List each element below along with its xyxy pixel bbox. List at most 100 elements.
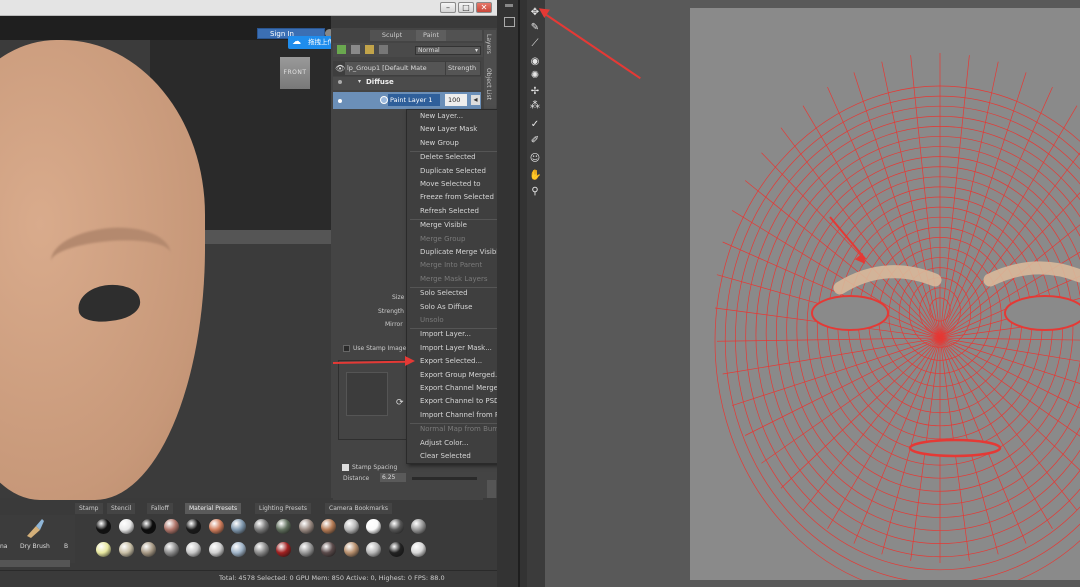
tab-lighting-presets[interactable]: Lighting Presets <box>255 503 311 514</box>
dry-brush-icon[interactable] <box>24 517 46 539</box>
visibility-dot-icon[interactable] <box>338 80 342 84</box>
layer-options-icon[interactable] <box>351 45 360 54</box>
stamp-preview[interactable] <box>346 372 388 416</box>
grid-tool-icon[interactable]: ⁂ <box>529 100 541 112</box>
material-preset-ball[interactable] <box>141 519 156 534</box>
dodge-tool-icon[interactable]: ◉ <box>529 56 541 68</box>
material-preset-ball[interactable] <box>298 519 314 534</box>
blend-mode-select[interactable]: Normal ▾ <box>415 46 481 55</box>
material-preset-ball[interactable] <box>231 542 246 557</box>
material-preset-ball[interactable] <box>276 519 291 534</box>
brush-tool-icon[interactable]: ✎ <box>529 22 541 34</box>
opacity-slider-icon[interactable]: ◂ <box>471 95 480 105</box>
tab-stencil[interactable]: Stencil <box>107 503 136 514</box>
material-preset-ball[interactable] <box>253 542 269 557</box>
menu-item[interactable]: Freeze from Selected <box>420 191 494 204</box>
new-layer-icon[interactable] <box>337 45 346 54</box>
distance-slider[interactable] <box>412 477 477 480</box>
menu-item[interactable]: Clear Selected <box>420 450 471 463</box>
menu-item[interactable]: Solo As Diffuse <box>420 301 472 314</box>
side-tab-object-list[interactable]: Object List <box>485 68 492 100</box>
menu-item[interactable]: Delete Selected <box>420 151 476 164</box>
transform-tool-icon[interactable]: ✢ <box>529 86 541 98</box>
eyedropper-tool-icon[interactable]: ✐ <box>529 135 541 147</box>
menu-item[interactable]: Export Channel Merged... <box>420 382 509 395</box>
side-tab-layers[interactable]: Layers <box>485 34 492 54</box>
crosshair-tool-icon[interactable]: ✺ <box>529 70 541 82</box>
menu-item[interactable]: Import Layer Mask... <box>420 342 492 355</box>
puppet-tool-icon[interactable]: ☺ <box>529 153 541 165</box>
tab-stamp[interactable]: Stamp <box>75 503 103 514</box>
menu-item[interactable]: Refresh Selected <box>420 205 479 218</box>
channel-row[interactable] <box>333 77 481 90</box>
minimize-button[interactable]: – <box>440 2 456 13</box>
material-preset-ball[interactable] <box>298 542 314 557</box>
paint-layer-name[interactable]: Paint Layer 1 <box>388 94 440 106</box>
material-preset-ball[interactable] <box>321 542 336 557</box>
material-preset-ball[interactable] <box>321 519 336 534</box>
pen-tool-icon[interactable]: ✓ <box>529 119 541 131</box>
menu-item[interactable]: Export Selected... <box>420 355 482 368</box>
brush2-tool-icon[interactable]: ⟋ <box>529 38 541 50</box>
material-preset-ball[interactable] <box>388 519 404 534</box>
collapse-icon[interactable] <box>505 4 513 7</box>
menu-item[interactable]: Move Selected to <box>420 178 481 191</box>
menu-item[interactable]: Export Group Merged... <box>420 369 502 382</box>
material-preset-ball[interactable] <box>411 519 426 534</box>
maximize-button[interactable]: □ <box>458 2 474 13</box>
panel-toggle-icon[interactable] <box>504 17 515 27</box>
menu-item[interactable]: Duplicate Selected <box>420 165 486 178</box>
tab-falloff[interactable]: Falloff <box>147 503 173 514</box>
tab-sculpt[interactable]: Sculpt <box>370 30 414 41</box>
menu-item[interactable]: Solo Selected <box>420 287 468 300</box>
material-preset-ball[interactable] <box>366 542 381 557</box>
layer-opacity-field[interactable]: 100 <box>445 94 467 106</box>
tab-camera-bookmarks[interactable]: Camera Bookmarks <box>325 503 392 514</box>
menu-item[interactable]: New Group <box>420 137 459 150</box>
material-preset-ball[interactable] <box>276 542 291 557</box>
brush-tray-scrollbar[interactable] <box>0 560 70 567</box>
menu-item[interactable]: Merge Visible <box>420 219 467 232</box>
zoom-tool-icon[interactable]: ⚲ <box>529 186 541 198</box>
panel-scrollbar[interactable] <box>487 480 496 498</box>
view-cube[interactable]: FRONT <box>280 57 310 89</box>
distance-field[interactable]: 6.25 <box>380 473 406 482</box>
close-button[interactable]: ✕ <box>476 2 492 13</box>
material-preset-ball[interactable] <box>343 542 359 557</box>
expand-triangle-icon[interactable]: ▾ <box>358 78 361 85</box>
material-preset-ball[interactable] <box>186 519 201 534</box>
material-preset-ball[interactable] <box>96 519 111 534</box>
material-preset-ball[interactable] <box>163 519 179 534</box>
material-preset-ball[interactable] <box>366 519 381 534</box>
menu-item[interactable]: New Layer... <box>420 110 463 123</box>
folder-icon[interactable] <box>365 45 374 54</box>
use-stamp-checkbox[interactable] <box>343 345 350 352</box>
material-preset-ball[interactable] <box>231 519 246 534</box>
eye-icon[interactable]: 👁 <box>335 64 345 73</box>
stamp-spacing-checkbox[interactable] <box>342 464 349 471</box>
material-preset-ball[interactable] <box>411 542 426 557</box>
material-preset-ball[interactable] <box>253 519 269 534</box>
material-preset-ball[interactable] <box>163 542 179 557</box>
material-preset-ball[interactable] <box>96 542 111 557</box>
tab-material-presets[interactable]: Material Presets <box>185 503 242 514</box>
material-preset-ball[interactable] <box>343 519 359 534</box>
material-preset-ball[interactable] <box>141 542 156 557</box>
material-preset-ball[interactable] <box>388 542 404 557</box>
visibility-dot-icon[interactable] <box>338 99 342 103</box>
material-preset-ball[interactable] <box>208 542 224 557</box>
material-preset-ball[interactable] <box>118 519 134 534</box>
layer-group-name[interactable]: lp_Group1 [Default Mate <box>345 62 445 75</box>
hand-tool-icon[interactable]: ✋ <box>529 170 541 182</box>
material-preset-ball[interactable] <box>186 542 201 557</box>
menu-item[interactable]: New Layer Mask <box>420 123 477 136</box>
tab-paint[interactable]: Paint <box>416 30 446 41</box>
menu-item[interactable]: Export Channel to PSD... <box>420 395 506 408</box>
material-preset-ball[interactable] <box>118 542 134 557</box>
menu-item[interactable]: Adjust Color... <box>420 437 468 450</box>
refresh-icon[interactable]: ⟳ <box>396 398 404 408</box>
menu-item[interactable]: Import Layer... <box>420 328 471 341</box>
material-preset-ball[interactable] <box>208 519 224 534</box>
menu-item[interactable]: Duplicate Merge Visible <box>420 246 503 259</box>
duplicate-icon[interactable] <box>379 45 388 54</box>
